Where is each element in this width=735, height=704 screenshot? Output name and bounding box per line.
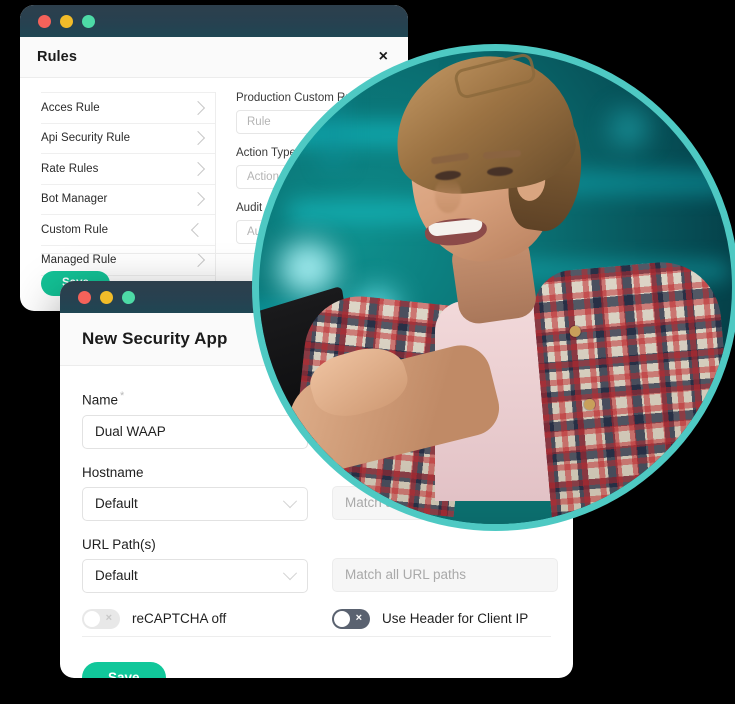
url-path-match-col: Match all URL paths: [332, 537, 558, 593]
client-ip-col: × Use Header for Client IP: [332, 608, 558, 629]
recaptcha-toggle-label: reCAPTCHA off: [132, 611, 227, 626]
chevron-down-icon: [282, 565, 298, 580]
nose: [435, 179, 461, 213]
recaptcha-col: × reCAPTCHA off: [82, 608, 308, 629]
minimize-yellow-dot[interactable]: [100, 290, 113, 304]
url-path-col: URL Path(s) Default: [82, 537, 308, 593]
recaptcha-toggle[interactable]: ×: [82, 608, 120, 629]
rule-label: Api Security Rule: [41, 132, 131, 145]
client-ip-toggle[interactable]: ×: [332, 608, 370, 629]
required-marker: *: [120, 390, 125, 402]
url-path-select-value: Default: [95, 568, 138, 583]
toggles-row: × reCAPTCHA off × Use Header for Client …: [82, 608, 551, 629]
client-ip-toggle-label: Use Header for Client IP: [382, 611, 529, 626]
rules-title: Rules: [37, 49, 77, 65]
rule-row[interactable]: Bot Manager: [41, 185, 215, 215]
chevron-right-icon: [190, 192, 206, 207]
rule-row[interactable]: Api Security Rule: [41, 124, 215, 154]
client-ip-toggle-row: × Use Header for Client IP: [332, 608, 558, 629]
close-red-dot[interactable]: [78, 290, 91, 304]
hero-photo-circle: [252, 44, 735, 531]
name-label-text: Name: [82, 392, 119, 408]
rule-row[interactable]: Rate Rules: [41, 154, 215, 185]
maximize-green-dot[interactable]: [122, 290, 135, 304]
rules-window-titlebar: [20, 5, 408, 37]
plaid-shirt-right: [530, 257, 732, 523]
url-path-select[interactable]: Default: [82, 558, 308, 593]
minimize-yellow-dot[interactable]: [60, 14, 73, 28]
toggle-off-icon: ×: [355, 612, 362, 624]
recaptcha-toggle-row: × reCAPTCHA off: [82, 608, 308, 629]
close-red-dot[interactable]: [38, 14, 51, 28]
chevron-right-icon: [190, 100, 206, 115]
chevron-right-icon: [190, 131, 206, 146]
chevron-right-icon: [190, 161, 206, 176]
rule-row-selected[interactable]: Custom Rule: [41, 215, 215, 246]
rule-label: Bot Manager: [41, 193, 108, 206]
toggle-knob: [84, 610, 100, 627]
rule-row[interactable]: Acces Rule: [41, 92, 215, 124]
rule-label: Acces Rule: [41, 101, 100, 114]
hostname-select-value: Default: [95, 496, 138, 511]
rule-label: Custom Rule: [41, 223, 109, 236]
page-title: New Security App: [82, 329, 228, 348]
url-path-row: URL Path(s) Default Match all URL paths: [82, 537, 558, 593]
url-path-match-input[interactable]: Match all URL paths: [332, 557, 558, 592]
hero-photo-image: [259, 51, 732, 524]
save-button[interactable]: Save: [82, 662, 166, 678]
chevron-left-icon: [190, 222, 206, 237]
rule-label: Rate Rules: [41, 162, 99, 175]
maximize-green-dot[interactable]: [82, 14, 95, 28]
footer-divider: [82, 636, 551, 637]
url-path-label: URL Path(s): [82, 536, 156, 552]
toggle-off-icon: ×: [105, 612, 112, 624]
toggle-knob: [334, 610, 350, 627]
